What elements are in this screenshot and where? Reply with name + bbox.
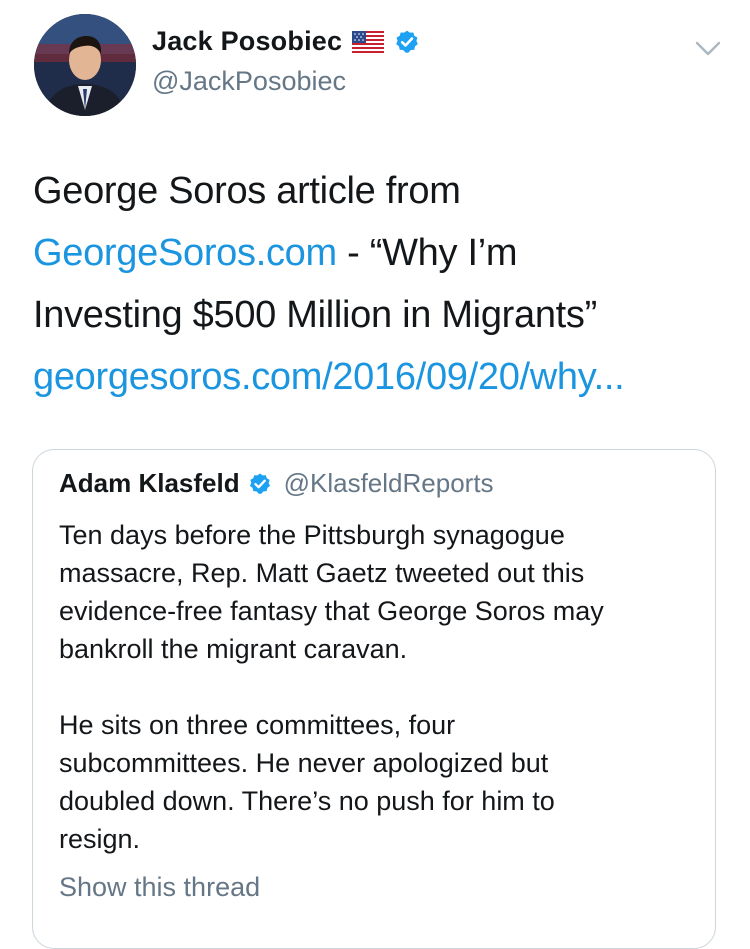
tweet-line-3: Investing $500 Million in Migrants” (33, 284, 723, 346)
tweet-text-segment: Investing $500 Million in Migrants” (33, 294, 597, 336)
author-display-name[interactable]: Jack Posobiec (152, 26, 342, 57)
tweet-text: George Soros article from GeorgeSoros.co… (33, 160, 723, 408)
tweet-line-1: George Soros article from (33, 160, 723, 222)
quoted-text-line: massacre, Rep. Matt Gaetz tweeted out th… (59, 558, 585, 588)
tweet-header: Jack Posobiec @JackPosobiec (0, 0, 750, 140)
quoted-tweet-header: Adam Klasfeld @KlasfeldReports (59, 468, 494, 499)
tweet-line-4: georgesoros.com/2016/09/20/why... (33, 346, 723, 408)
verified-badge-icon (394, 29, 420, 55)
tweet-text-segment: George Soros article from (33, 170, 461, 212)
tweet-text-segment: - “Why I’m (336, 232, 518, 274)
author-handle[interactable]: @JackPosobiec (152, 66, 346, 97)
verified-badge-icon (248, 472, 272, 496)
quoted-tweet-card[interactable]: Adam Klasfeld @KlasfeldReports Ten days … (32, 449, 716, 949)
us-flag-icon (352, 30, 385, 53)
quoted-text-line: Ten days before the Pittsburgh synagogue (59, 520, 565, 550)
quoted-text-line: bankroll the migrant caravan. (59, 634, 408, 664)
show-thread-link[interactable]: Show this thread (59, 872, 260, 903)
georgesoros-link[interactable]: GeorgeSoros.com (33, 232, 337, 274)
quoted-tweet-body: Ten days before the Pittsburgh synagogue… (59, 516, 699, 858)
avatar[interactable] (34, 14, 136, 116)
quoted-text-line: subcommittees. He never apologized but (59, 748, 549, 778)
article-url-link[interactable]: georgesoros.com/2016/09/20/why... (33, 356, 625, 398)
chevron-down-icon[interactable] (692, 32, 724, 64)
quoted-text-line: resign. (59, 824, 141, 854)
tweet-line-2: GeorgeSoros.com - “Why I’m (33, 222, 723, 284)
quoted-author-handle[interactable]: @KlasfeldReports (284, 468, 494, 499)
quoted-text-line: doubled down. There’s no push for him to (59, 786, 555, 816)
quoted-author-name[interactable]: Adam Klasfeld (59, 468, 240, 499)
quoted-text-line: evidence-free fantasy that George Soros … (59, 596, 604, 626)
author-name-row: Jack Posobiec (152, 26, 420, 57)
quoted-text-line: He sits on three committees, four (59, 710, 456, 740)
avatar-photo (34, 14, 136, 116)
